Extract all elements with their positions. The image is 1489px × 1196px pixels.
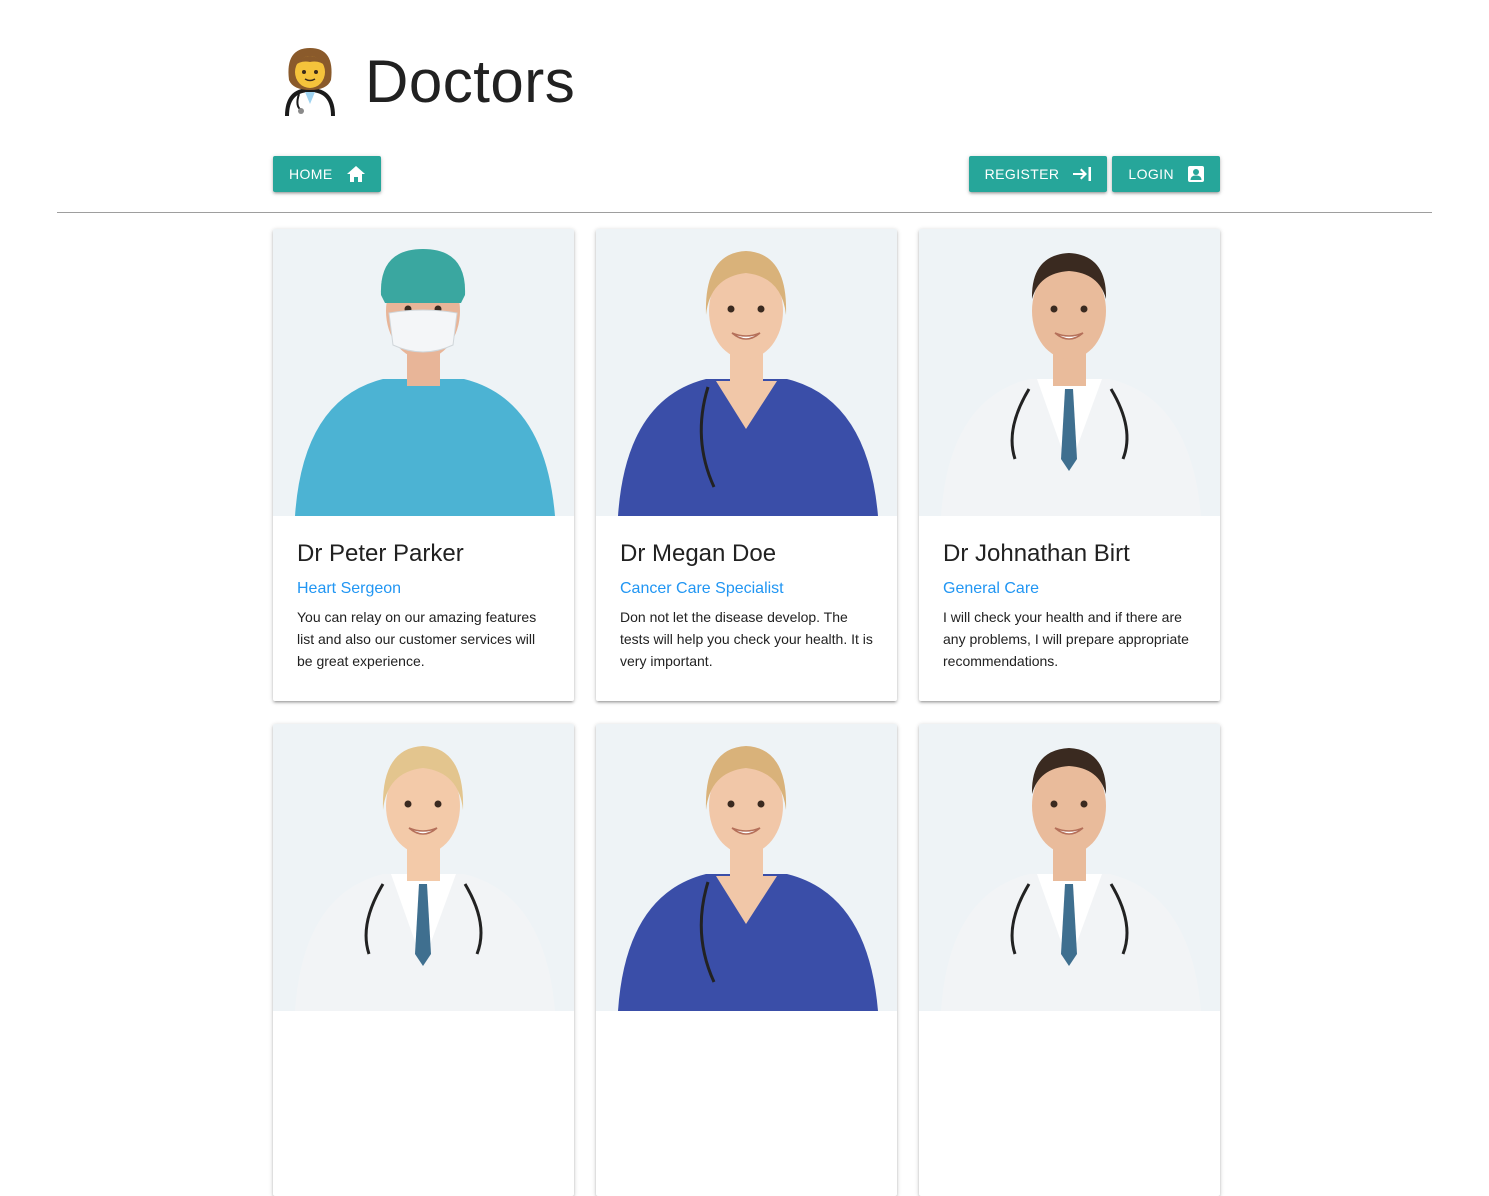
doctor-description: Don not let the disease develop. The tes… [620, 609, 873, 669]
login-arrow-icon [1073, 167, 1092, 181]
top-nav: HOME REGISTER LOGIN [273, 156, 1220, 192]
doctor-card-grid: Dr Peter Parker Heart Sergeon You can rela… [273, 229, 1220, 1196]
doctor-photo [919, 724, 1220, 1011]
doctor-description: You can relay on our amazing features li… [297, 609, 537, 669]
doctor-photo [596, 724, 897, 1011]
doctor-card[interactable] [596, 724, 897, 1196]
login-button-label: LOGIN [1128, 166, 1174, 182]
page-header: Doctors [273, 40, 1220, 124]
doctor-photo [273, 229, 574, 516]
register-button[interactable]: REGISTER [968, 156, 1108, 192]
doctor-name: Dr Peter Parker [297, 540, 464, 567]
doctor-card[interactable]: Dr Megan Doe Cancer Care Specialist Don no… [596, 229, 897, 701]
card-content [919, 1011, 1220, 1035]
home-button-label: HOME [289, 166, 333, 182]
header-divider [57, 212, 1432, 213]
doctor-specialty: General Care [943, 580, 1040, 597]
doctor-specialty: Heart Sergeon [297, 580, 402, 597]
doctor-photo [919, 229, 1220, 516]
doctor-specialty: Cancer Care Specialist [620, 580, 784, 597]
home-icon [346, 166, 365, 182]
account-box-icon [1188, 166, 1204, 182]
card-content [596, 1011, 897, 1035]
doctor-photo [596, 229, 897, 516]
login-button[interactable]: LOGIN [1112, 156, 1220, 192]
card-content: Dr Peter Parker Heart Sergeon You can rela… [273, 516, 574, 672]
doctor-name: Dr Megan Doe [620, 540, 777, 567]
card-content [273, 1011, 574, 1035]
register-button-label: REGISTER [984, 166, 1060, 182]
doctor-name: Dr Johnathan Birt [943, 540, 1130, 567]
page-title: Doctors [365, 48, 576, 115]
doctor-description: I will check your health and if there ar… [943, 609, 1189, 669]
card-content: Dr Megan Doe Cancer Care Specialist Don no… [596, 516, 897, 672]
doctor-card[interactable]: Dr Peter Parker Heart Sergeon You can rela… [273, 229, 574, 701]
doctor-card[interactable] [273, 724, 574, 1196]
home-button[interactable]: HOME [273, 156, 381, 192]
doctor-card[interactable] [919, 724, 1220, 1196]
doctor-emoji-icon [285, 48, 335, 116]
doctor-card[interactable]: Dr Johnathan Birt General Care I will chec… [919, 229, 1220, 701]
card-content: Dr Johnathan Birt General Care I will chec… [919, 516, 1220, 672]
doctor-photo [273, 724, 574, 1011]
